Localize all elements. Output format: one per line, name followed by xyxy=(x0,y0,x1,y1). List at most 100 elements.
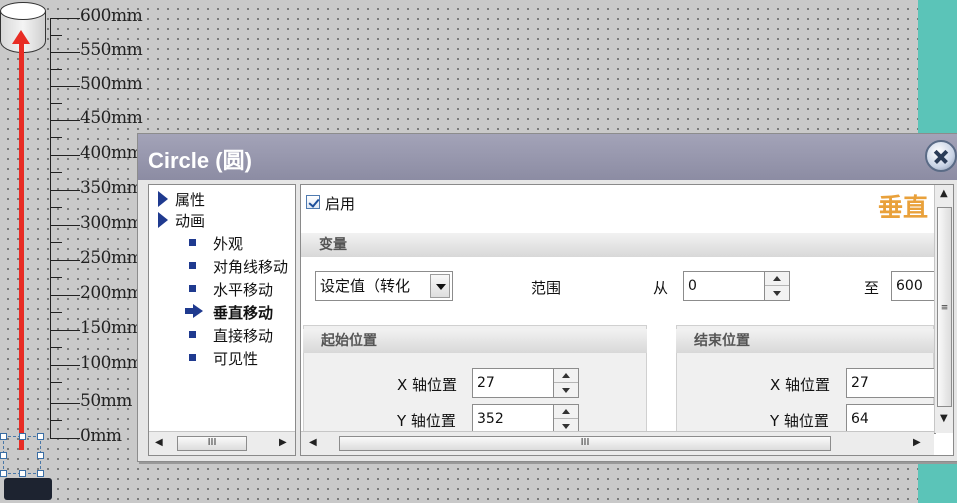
ruler-tick xyxy=(50,365,80,366)
ruler-minor-tick xyxy=(50,137,62,138)
tree-item-properties[interactable]: 属性 xyxy=(175,189,205,210)
ruler-label-400: 400mm xyxy=(80,143,143,163)
ruler-label-100: 100mm xyxy=(80,353,143,373)
ruler-tick xyxy=(50,403,80,404)
ruler-minor-tick xyxy=(50,420,62,421)
spin-down-icon[interactable] xyxy=(554,384,578,398)
ruler-label-250: 250mm xyxy=(80,248,143,268)
ruler-minor-tick xyxy=(50,382,62,383)
ruler-tick xyxy=(50,86,80,87)
ruler-tick xyxy=(50,120,80,121)
range-to-input[interactable]: 600 xyxy=(891,271,936,301)
ruler-tick xyxy=(50,295,80,296)
end-x-input[interactable]: 27 xyxy=(846,368,936,398)
ruler-label-450: 450mm xyxy=(80,108,143,128)
enable-label: 启用 xyxy=(325,195,356,213)
ruler-label-600: 600mm xyxy=(80,6,143,26)
start-position-header: 起始位置 xyxy=(303,329,647,353)
tree-item-appearance[interactable]: 外观 xyxy=(213,233,243,254)
section-heading: 垂直 xyxy=(878,193,929,222)
scroll-down-icon[interactable]: ▼ xyxy=(940,413,948,424)
enable-checkbox[interactable] xyxy=(306,195,320,209)
expand-arrow-icon[interactable] xyxy=(158,191,168,207)
resize-handle[interactable] xyxy=(0,452,7,459)
tree-item-vertical-move[interactable]: 垂直移动 xyxy=(213,302,273,323)
end-y-label: Y 轴位置 xyxy=(770,412,829,430)
resize-handle[interactable] xyxy=(37,452,44,459)
end-y-input[interactable]: 64 xyxy=(846,404,936,434)
expand-arrow-icon[interactable] xyxy=(158,212,168,228)
tree-scroll-thumb[interactable]: III xyxy=(177,436,247,451)
scroll-up-icon[interactable]: ▲ xyxy=(940,188,948,199)
ruler-minor-tick xyxy=(50,35,62,36)
chevron-down-icon[interactable] xyxy=(430,274,450,298)
scroll-right-icon[interactable]: ▶ xyxy=(279,437,287,448)
start-x-spinner[interactable] xyxy=(553,368,579,398)
resize-handle[interactable] xyxy=(37,470,44,477)
start-x-label: X 轴位置 xyxy=(397,376,458,394)
start-y-input[interactable]: 352 xyxy=(472,404,554,434)
close-icon[interactable] xyxy=(925,140,957,172)
spin-up-icon[interactable] xyxy=(554,369,578,383)
ruler-tick xyxy=(50,52,80,53)
properties-dialog: Circle (圆) 属性 动画 外观 对角线移动 水平移动 垂直移动 直接移动… xyxy=(137,133,957,462)
tree-item-animation[interactable]: 动画 xyxy=(175,210,205,231)
start-y-spinner[interactable] xyxy=(553,404,579,434)
ruler-tick xyxy=(50,330,80,331)
spin-down-icon[interactable] xyxy=(765,287,789,301)
horizontal-scrollbar[interactable]: ◀ III ▶ xyxy=(301,431,934,455)
range-from-spinner[interactable] xyxy=(764,271,790,301)
property-tree: 属性 动画 外观 对角线移动 水平移动 垂直移动 直接移动 可见性 ◀ III … xyxy=(148,184,296,456)
spin-up-icon[interactable] xyxy=(554,405,578,419)
resize-handle[interactable] xyxy=(37,433,44,440)
ruler-minor-tick xyxy=(50,277,62,278)
vertical-scrollbar[interactable]: ▲ ≡ ▼ xyxy=(934,185,953,433)
resize-handle[interactable] xyxy=(0,470,7,477)
resize-handle[interactable] xyxy=(0,433,7,440)
tree-item-horizontal-move[interactable]: 水平移动 xyxy=(213,279,273,300)
arrow-up-icon xyxy=(12,30,30,44)
tree-item-visibility[interactable]: 可见性 xyxy=(213,348,258,369)
ruler-label-300: 300mm xyxy=(80,213,143,233)
ruler-label-550: 550mm xyxy=(80,40,143,60)
ruler-axis xyxy=(50,18,51,438)
ruler-tick xyxy=(50,18,80,19)
ruler-label-200: 200mm xyxy=(80,283,143,303)
ruler-minor-tick xyxy=(50,103,62,104)
ruler-label-150: 150mm xyxy=(80,318,143,338)
bullet-icon xyxy=(189,239,196,246)
ruler-minor-tick xyxy=(50,69,62,70)
ruler-tick xyxy=(50,260,80,261)
variable-section-header: 变量 xyxy=(301,233,934,257)
bullet-icon xyxy=(189,285,196,292)
ruler-label-50: 50mm xyxy=(80,391,132,411)
scroll-left-icon[interactable]: ◀ xyxy=(309,437,317,448)
end-position-header: 结束位置 xyxy=(676,329,934,353)
scroll-left-icon[interactable]: ◀ xyxy=(155,437,163,448)
ruler-tick xyxy=(50,155,80,156)
ruler-minor-tick xyxy=(50,172,62,173)
ruler-minor-tick xyxy=(50,242,62,243)
conversion-select[interactable]: 设定值（转化 xyxy=(315,271,453,301)
tree-item-direct-move[interactable]: 直接移动 xyxy=(213,325,273,346)
ruler-label-500: 500mm xyxy=(80,74,143,94)
bullet-icon xyxy=(189,354,196,361)
selected-arrow-icon xyxy=(185,304,203,318)
to-label: 至 xyxy=(864,279,880,297)
dialog-titlebar[interactable]: Circle (圆) xyxy=(138,134,957,180)
selected-circle-object[interactable] xyxy=(0,433,44,477)
resize-handle[interactable] xyxy=(19,433,26,440)
scroll-right-icon[interactable]: ▶ xyxy=(913,437,921,448)
ruler-tick xyxy=(50,438,80,439)
tree-item-diagonal-move[interactable]: 对角线移动 xyxy=(213,256,288,277)
range-from-input[interactable]: 0 xyxy=(683,271,765,301)
start-x-input[interactable]: 27 xyxy=(472,368,554,398)
tree-horizontal-scrollbar[interactable]: ◀ III ▶ xyxy=(149,431,295,455)
resize-handle[interactable] xyxy=(19,470,26,477)
vertical-scroll-thumb[interactable]: ≡ xyxy=(937,207,952,407)
from-label: 从 xyxy=(653,279,669,297)
horizontal-scroll-thumb[interactable]: III xyxy=(339,436,831,451)
bullet-icon xyxy=(189,262,196,269)
spin-up-icon[interactable] xyxy=(765,272,789,286)
ruler-tick xyxy=(50,225,80,226)
